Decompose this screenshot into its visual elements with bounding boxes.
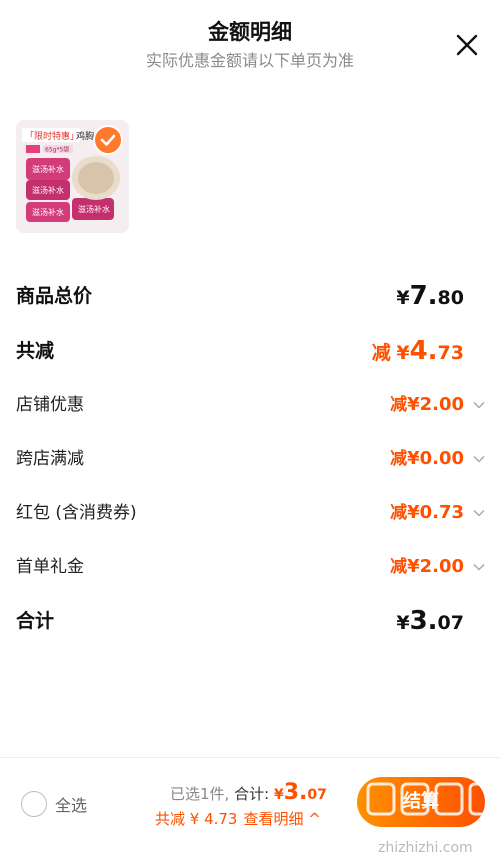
- row-total-price: 商品总价 ¥7.80: [16, 281, 486, 311]
- total-reduce-label: 共减: [16, 340, 55, 362]
- total-price-amount: ¥7.80: [396, 281, 464, 311]
- chevron-down-icon[interactable]: [472, 398, 486, 412]
- selected-check-icon[interactable]: [93, 125, 123, 155]
- selected-count: 已选1件,: [170, 785, 230, 803]
- svg-text:滋汤补水: 滋汤补水: [32, 207, 64, 217]
- selection-summary: 已选1件, 合计: ¥3.07: [170, 780, 327, 805]
- select-all-radio[interactable]: [21, 791, 47, 817]
- checkout-button[interactable]: 结算: [357, 777, 485, 827]
- total-reduce-amount: 减 ¥4.73: [371, 336, 464, 366]
- product-spec: 65g*5袋: [45, 146, 69, 154]
- header: 金额明细 实际优惠金额请以下单页为准: [0, 0, 500, 80]
- select-all-label[interactable]: 全选: [55, 792, 87, 816]
- reduce-amount-text: 共减 ¥ 4.73: [155, 810, 238, 828]
- row-cross-store[interactable]: 跨店满减 减¥0.00: [16, 444, 486, 474]
- total-price-label: 商品总价: [16, 285, 93, 307]
- view-detail-link[interactable]: 查看明细 ^: [243, 810, 320, 828]
- cross-store-amount: 减¥0.00: [390, 448, 464, 469]
- product-badge-text: 「限时特惠」: [25, 130, 79, 142]
- svg-text:滋汤补水: 滋汤补水: [32, 185, 64, 195]
- page-subtitle: 实际优惠金额请以下单页为准: [145, 51, 354, 70]
- red-packet-amount: 减¥0.73: [390, 502, 464, 523]
- first-order-label: 首单礼金: [16, 557, 84, 577]
- chevron-down-icon[interactable]: [472, 560, 486, 574]
- sum-amount: ¥3.07: [396, 606, 464, 636]
- red-packet-label: 红包 (含消费券): [16, 503, 137, 523]
- sum-label: 合计: [16, 610, 55, 632]
- first-order-amount: 减¥2.00: [390, 556, 464, 577]
- store-discount-label: 店铺优惠: [16, 395, 84, 415]
- row-first-order[interactable]: 首单礼金 减¥2.00: [16, 552, 486, 582]
- store-discount-amount: 减¥2.00: [390, 394, 464, 415]
- chevron-down-icon[interactable]: [472, 506, 486, 520]
- can-label: 滋汤补水: [32, 164, 64, 174]
- row-red-packet[interactable]: 红包 (含消费券) 减¥0.73: [16, 498, 486, 528]
- chevron-down-icon[interactable]: [472, 452, 486, 466]
- row-sum: 合计 ¥3.07: [16, 606, 486, 636]
- bottom-total-amount: ¥3.07: [273, 780, 327, 805]
- cross-store-label: 跨店满减: [16, 449, 84, 469]
- product-name-partial: 鸡胸: [76, 130, 94, 142]
- svg-text:滋汤补水: 滋汤补水: [78, 204, 110, 214]
- page-title: 金额明细: [208, 20, 292, 44]
- bottom-total-label: 合计:: [234, 785, 270, 803]
- row-total-reduce: 共减 减 ¥4.73: [16, 336, 486, 366]
- row-store-discount[interactable]: 店铺优惠 减¥2.00: [16, 390, 486, 420]
- watermark-text: zhizhizhi.com: [378, 840, 473, 856]
- reduce-summary: 共减 ¥ 4.73 查看明细 ^: [155, 808, 321, 829]
- close-icon[interactable]: [452, 30, 482, 60]
